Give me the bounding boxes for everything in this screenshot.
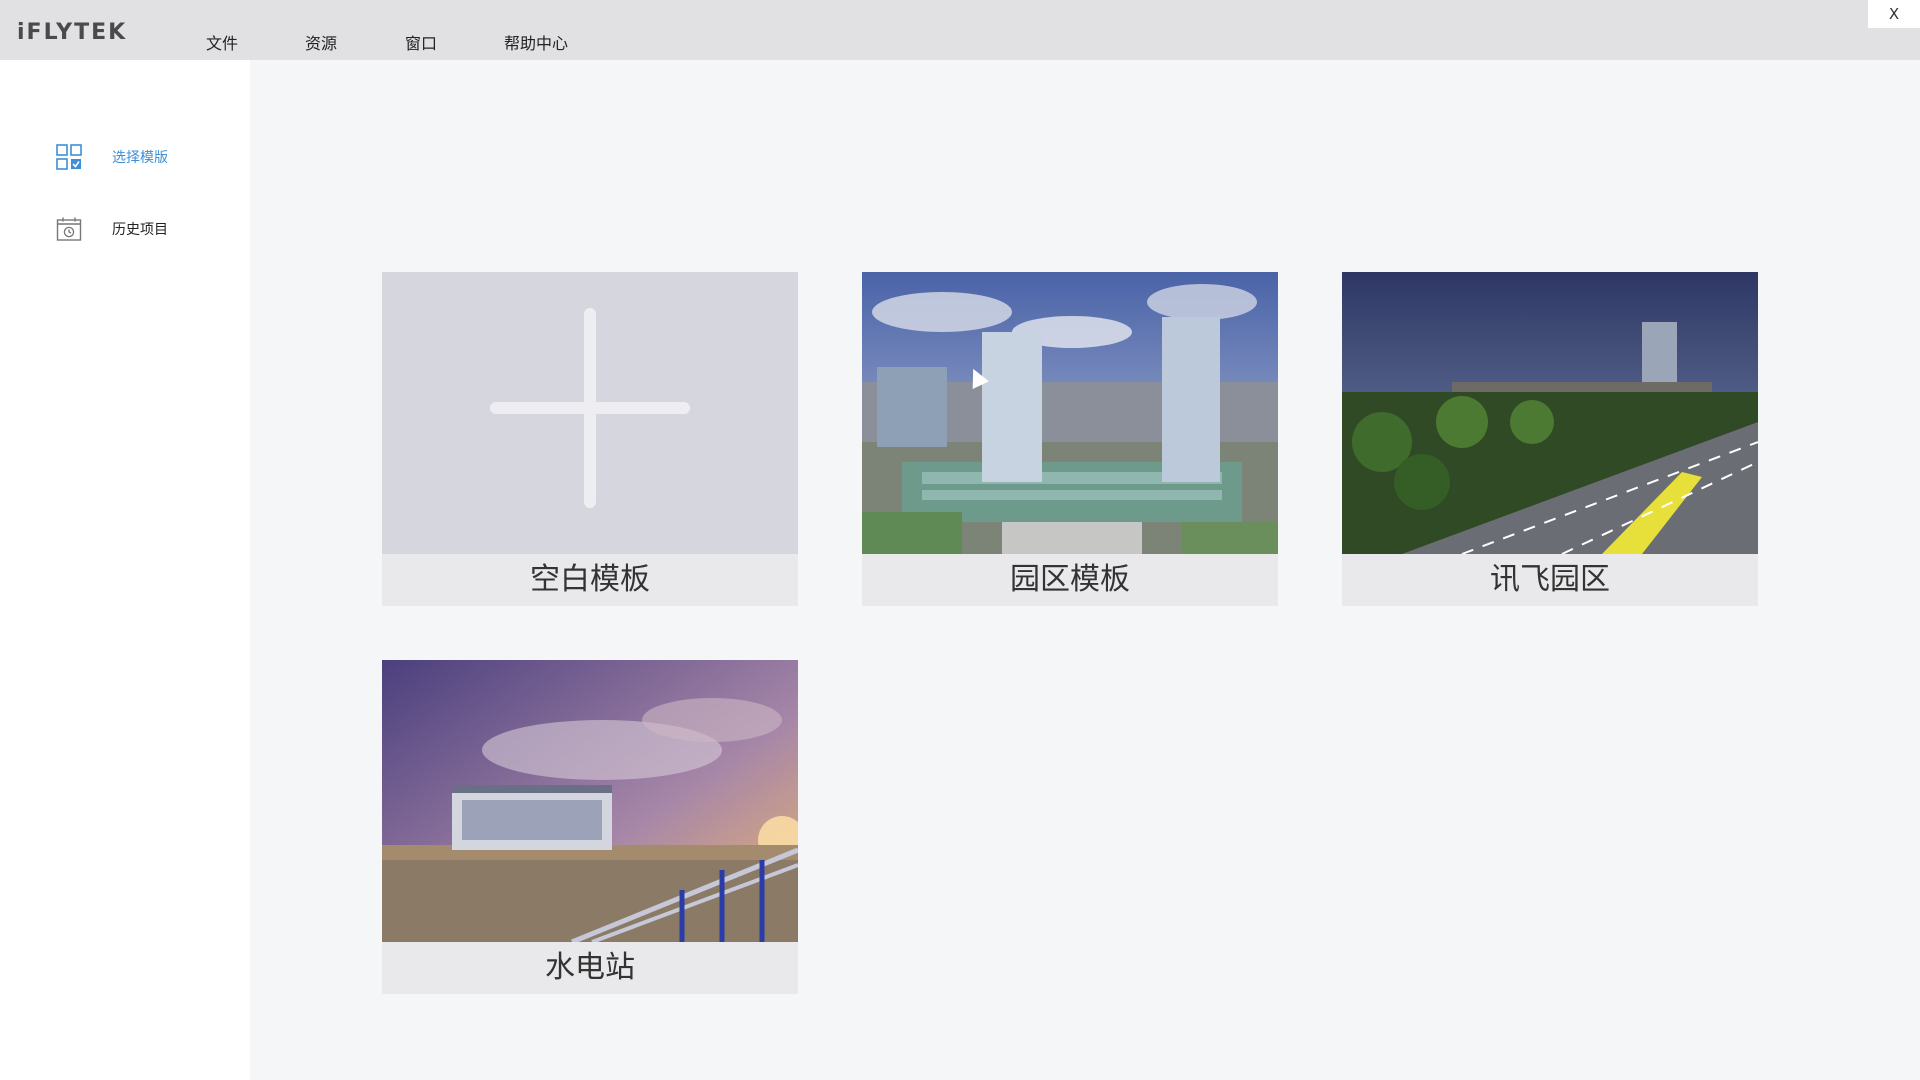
close-button[interactable]: X: [1868, 0, 1920, 28]
template-card-hydropower[interactable]: 水电站: [382, 660, 798, 994]
sidebar-item-label: 历史项目: [112, 222, 168, 238]
history-calendar-icon: [56, 216, 82, 242]
menu-file[interactable]: 文件: [206, 30, 238, 54]
blank-template-thumbnail: [382, 272, 798, 554]
app-logo: iFLYTEK: [17, 20, 128, 45]
template-card-title: 园区模板: [862, 554, 1278, 606]
template-card-title: 水电站: [382, 942, 798, 994]
sidebar-item-label: 选择模版: [112, 150, 168, 166]
template-card-title: 空白模板: [382, 554, 798, 606]
hydropower-station-sunset-image: [382, 660, 798, 942]
sidebar-item-select-template[interactable]: 选择模版: [56, 143, 168, 171]
campus-buildings-image: [862, 272, 1278, 554]
park-road-night-image: [1342, 272, 1758, 554]
template-card-blank[interactable]: 空白模板: [382, 272, 798, 606]
title-bar: iFLYTEK 文件 资源 窗口 帮助中心 X: [0, 0, 1920, 60]
menu-help-center[interactable]: 帮助中心: [504, 30, 568, 54]
template-card-campus[interactable]: 园区模板: [862, 272, 1278, 606]
template-card-title: 讯飞园区: [1342, 554, 1758, 606]
sidebar-item-history[interactable]: 历史项目: [56, 215, 168, 243]
sidebar: 选择模版 历史项目: [0, 60, 250, 1080]
template-grid-icon: [56, 144, 82, 170]
template-card-iflytek-park[interactable]: 讯飞园区: [1342, 272, 1758, 606]
menu-window[interactable]: 窗口: [405, 30, 437, 54]
menu-resources[interactable]: 资源: [305, 30, 337, 54]
